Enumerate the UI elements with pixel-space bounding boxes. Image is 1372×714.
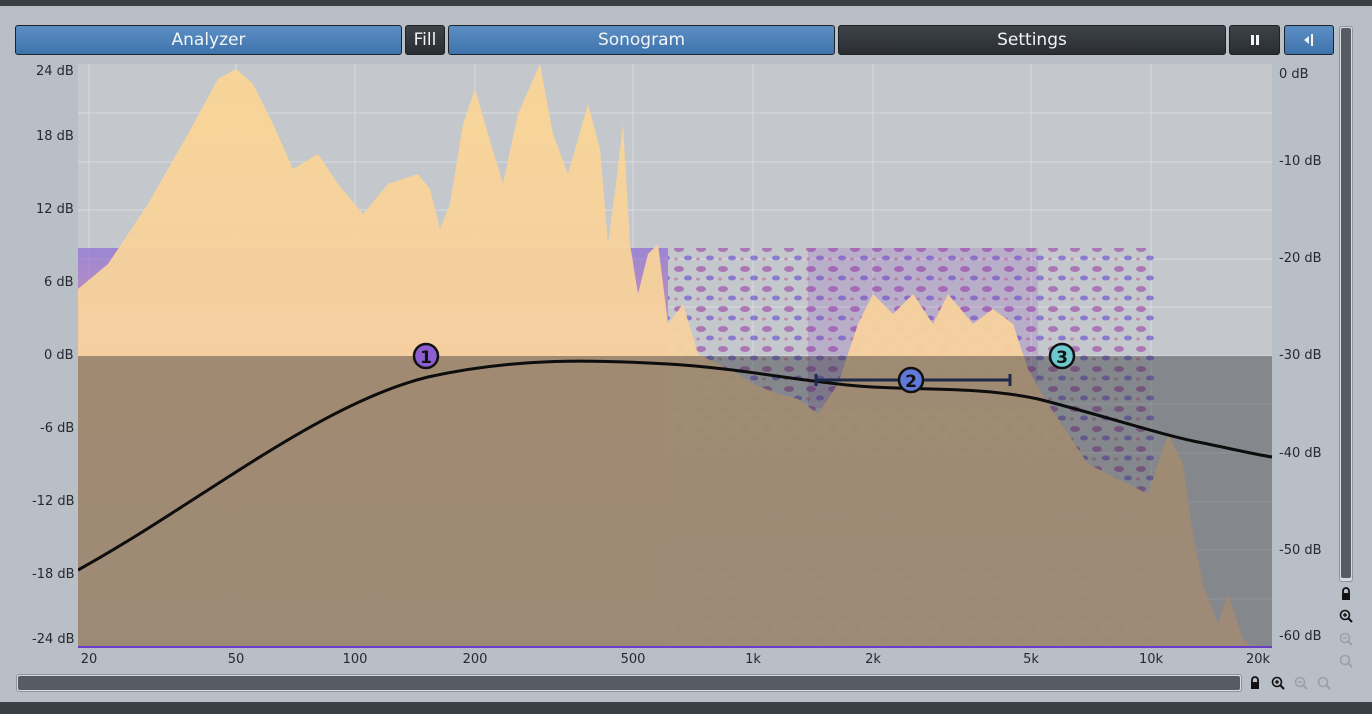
sonogram-label: Sonogram xyxy=(597,30,686,50)
y-label-left: 18 dB xyxy=(36,129,74,144)
x-label: 500 xyxy=(620,652,646,667)
y-label-right: -40 dB xyxy=(1279,446,1322,461)
horizontal-scrollbar[interactable] xyxy=(16,674,1242,692)
eq-node-3-label: 3 xyxy=(1056,348,1068,368)
x-label: 100 xyxy=(342,652,368,667)
sonogram-button[interactable]: Sonogram xyxy=(448,25,835,55)
y-label-right: -60 dB xyxy=(1279,629,1322,644)
y-label-left: 6 dB xyxy=(44,275,74,290)
x-label: 10k xyxy=(1138,652,1164,667)
zoom-reset-icon[interactable] xyxy=(1317,676,1331,690)
lock-icon[interactable] xyxy=(1248,676,1262,690)
below-zero-overlay xyxy=(78,356,1272,648)
zoom-out-icon[interactable] xyxy=(1339,632,1353,646)
x-label: 2k xyxy=(865,652,881,667)
x-label: 20 xyxy=(80,652,98,667)
zoom-out-icon[interactable] xyxy=(1294,676,1308,690)
x-label: 5k xyxy=(1023,652,1039,667)
fill-button[interactable]: Fill xyxy=(405,25,445,55)
pause-button[interactable] xyxy=(1229,25,1280,55)
collapse-panel-icon xyxy=(1304,34,1313,46)
y-label-left: -24 dB xyxy=(32,632,75,647)
y-label-left: 12 dB xyxy=(36,202,74,217)
settings-button[interactable]: Settings xyxy=(838,25,1226,55)
y-label-left: 24 dB xyxy=(36,64,74,79)
vertical-scroll-thumb[interactable] xyxy=(1341,28,1351,578)
y-label-left: -6 dB xyxy=(40,421,75,436)
collapse-button[interactable] xyxy=(1284,25,1334,55)
y-label-right: -50 dB xyxy=(1279,543,1322,558)
y-label-right: 0 dB xyxy=(1279,67,1309,82)
x-label: 1k xyxy=(745,652,761,667)
zoom-in-icon[interactable] xyxy=(1271,676,1285,690)
analyzer-label: Analyzer xyxy=(171,30,246,50)
zoom-in-icon[interactable] xyxy=(1339,609,1353,623)
y-label-right: -10 dB xyxy=(1279,154,1322,169)
pause-icon xyxy=(1250,35,1259,45)
eq-node-3[interactable]: 3 xyxy=(1048,342,1076,370)
analyzer-plot[interactable]: 1 2 3 xyxy=(78,64,1272,648)
analyzer-button[interactable]: Analyzer xyxy=(15,25,402,55)
y-label-right: -20 dB xyxy=(1279,251,1322,266)
lock-icon[interactable] xyxy=(1339,587,1353,601)
app-window: Analyzer Fill Sonogram Settings 24 dB 18… xyxy=(0,0,1372,714)
x-label: 200 xyxy=(462,652,488,667)
y-label-right: -30 dB xyxy=(1279,348,1322,363)
x-label: 50 xyxy=(227,652,245,667)
eq-node-2-label: 2 xyxy=(905,372,917,392)
settings-label: Settings xyxy=(997,30,1067,50)
eq-node-1-label: 1 xyxy=(420,348,432,368)
y-label-left: -12 dB xyxy=(32,494,75,509)
y-label-left: -18 dB xyxy=(32,567,75,582)
horizontal-scroll-thumb[interactable] xyxy=(18,676,1240,690)
eq-node-2[interactable]: 2 xyxy=(897,366,925,394)
y-label-left: 0 dB xyxy=(44,348,74,363)
x-label: 20k xyxy=(1245,652,1271,667)
fill-label: Fill xyxy=(413,30,437,50)
zoom-reset-icon[interactable] xyxy=(1339,654,1353,668)
vertical-scrollbar[interactable] xyxy=(1339,26,1353,582)
eq-node-1[interactable]: 1 xyxy=(412,342,440,370)
